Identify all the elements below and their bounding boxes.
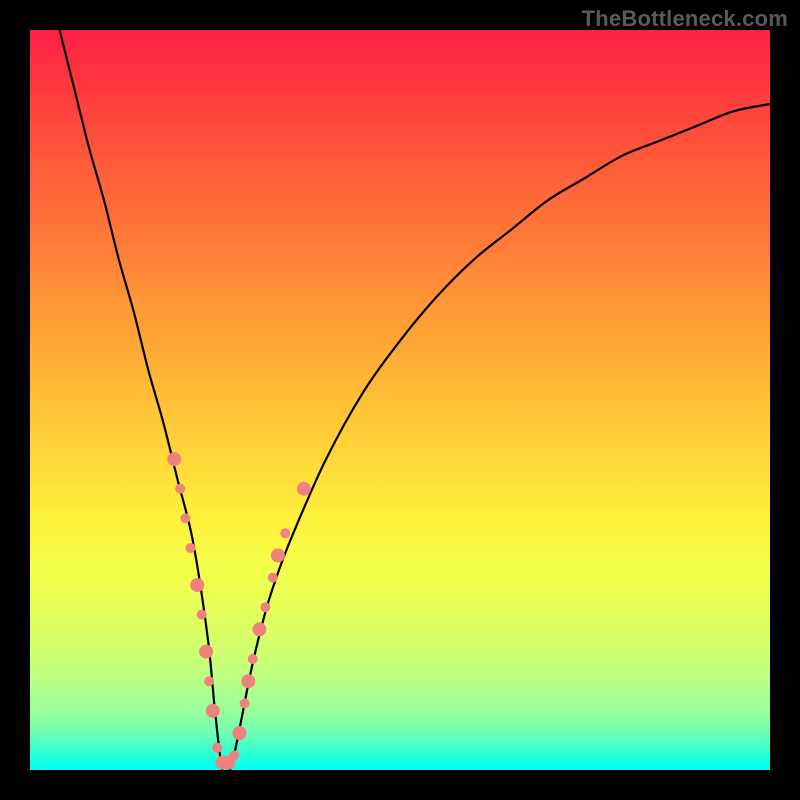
marker-point bbox=[167, 452, 181, 466]
chart-svg bbox=[30, 30, 770, 770]
marker-point bbox=[268, 573, 278, 583]
bottleneck-curve bbox=[60, 30, 770, 770]
marker-point bbox=[180, 513, 190, 523]
marker-point bbox=[186, 543, 196, 553]
chart-frame: TheBottleneck.com bbox=[0, 0, 800, 800]
marker-point bbox=[260, 602, 270, 612]
marker-point bbox=[252, 622, 266, 636]
marker-point bbox=[206, 704, 220, 718]
marker-point bbox=[197, 610, 207, 620]
marker-point bbox=[232, 726, 246, 740]
marker-point bbox=[241, 674, 255, 688]
watermark-text: TheBottleneck.com bbox=[582, 6, 788, 32]
marker-point bbox=[271, 548, 285, 562]
marker-point bbox=[190, 578, 204, 592]
marker-point bbox=[204, 676, 214, 686]
marker-point bbox=[297, 482, 311, 496]
plot-area bbox=[30, 30, 770, 770]
marker-point bbox=[199, 645, 213, 659]
marker-point bbox=[175, 484, 185, 494]
marker-point bbox=[280, 528, 290, 538]
marker-point bbox=[229, 750, 239, 760]
marker-point bbox=[248, 654, 258, 664]
highlight-points bbox=[167, 452, 310, 769]
marker-point bbox=[212, 743, 222, 753]
marker-point bbox=[240, 698, 250, 708]
